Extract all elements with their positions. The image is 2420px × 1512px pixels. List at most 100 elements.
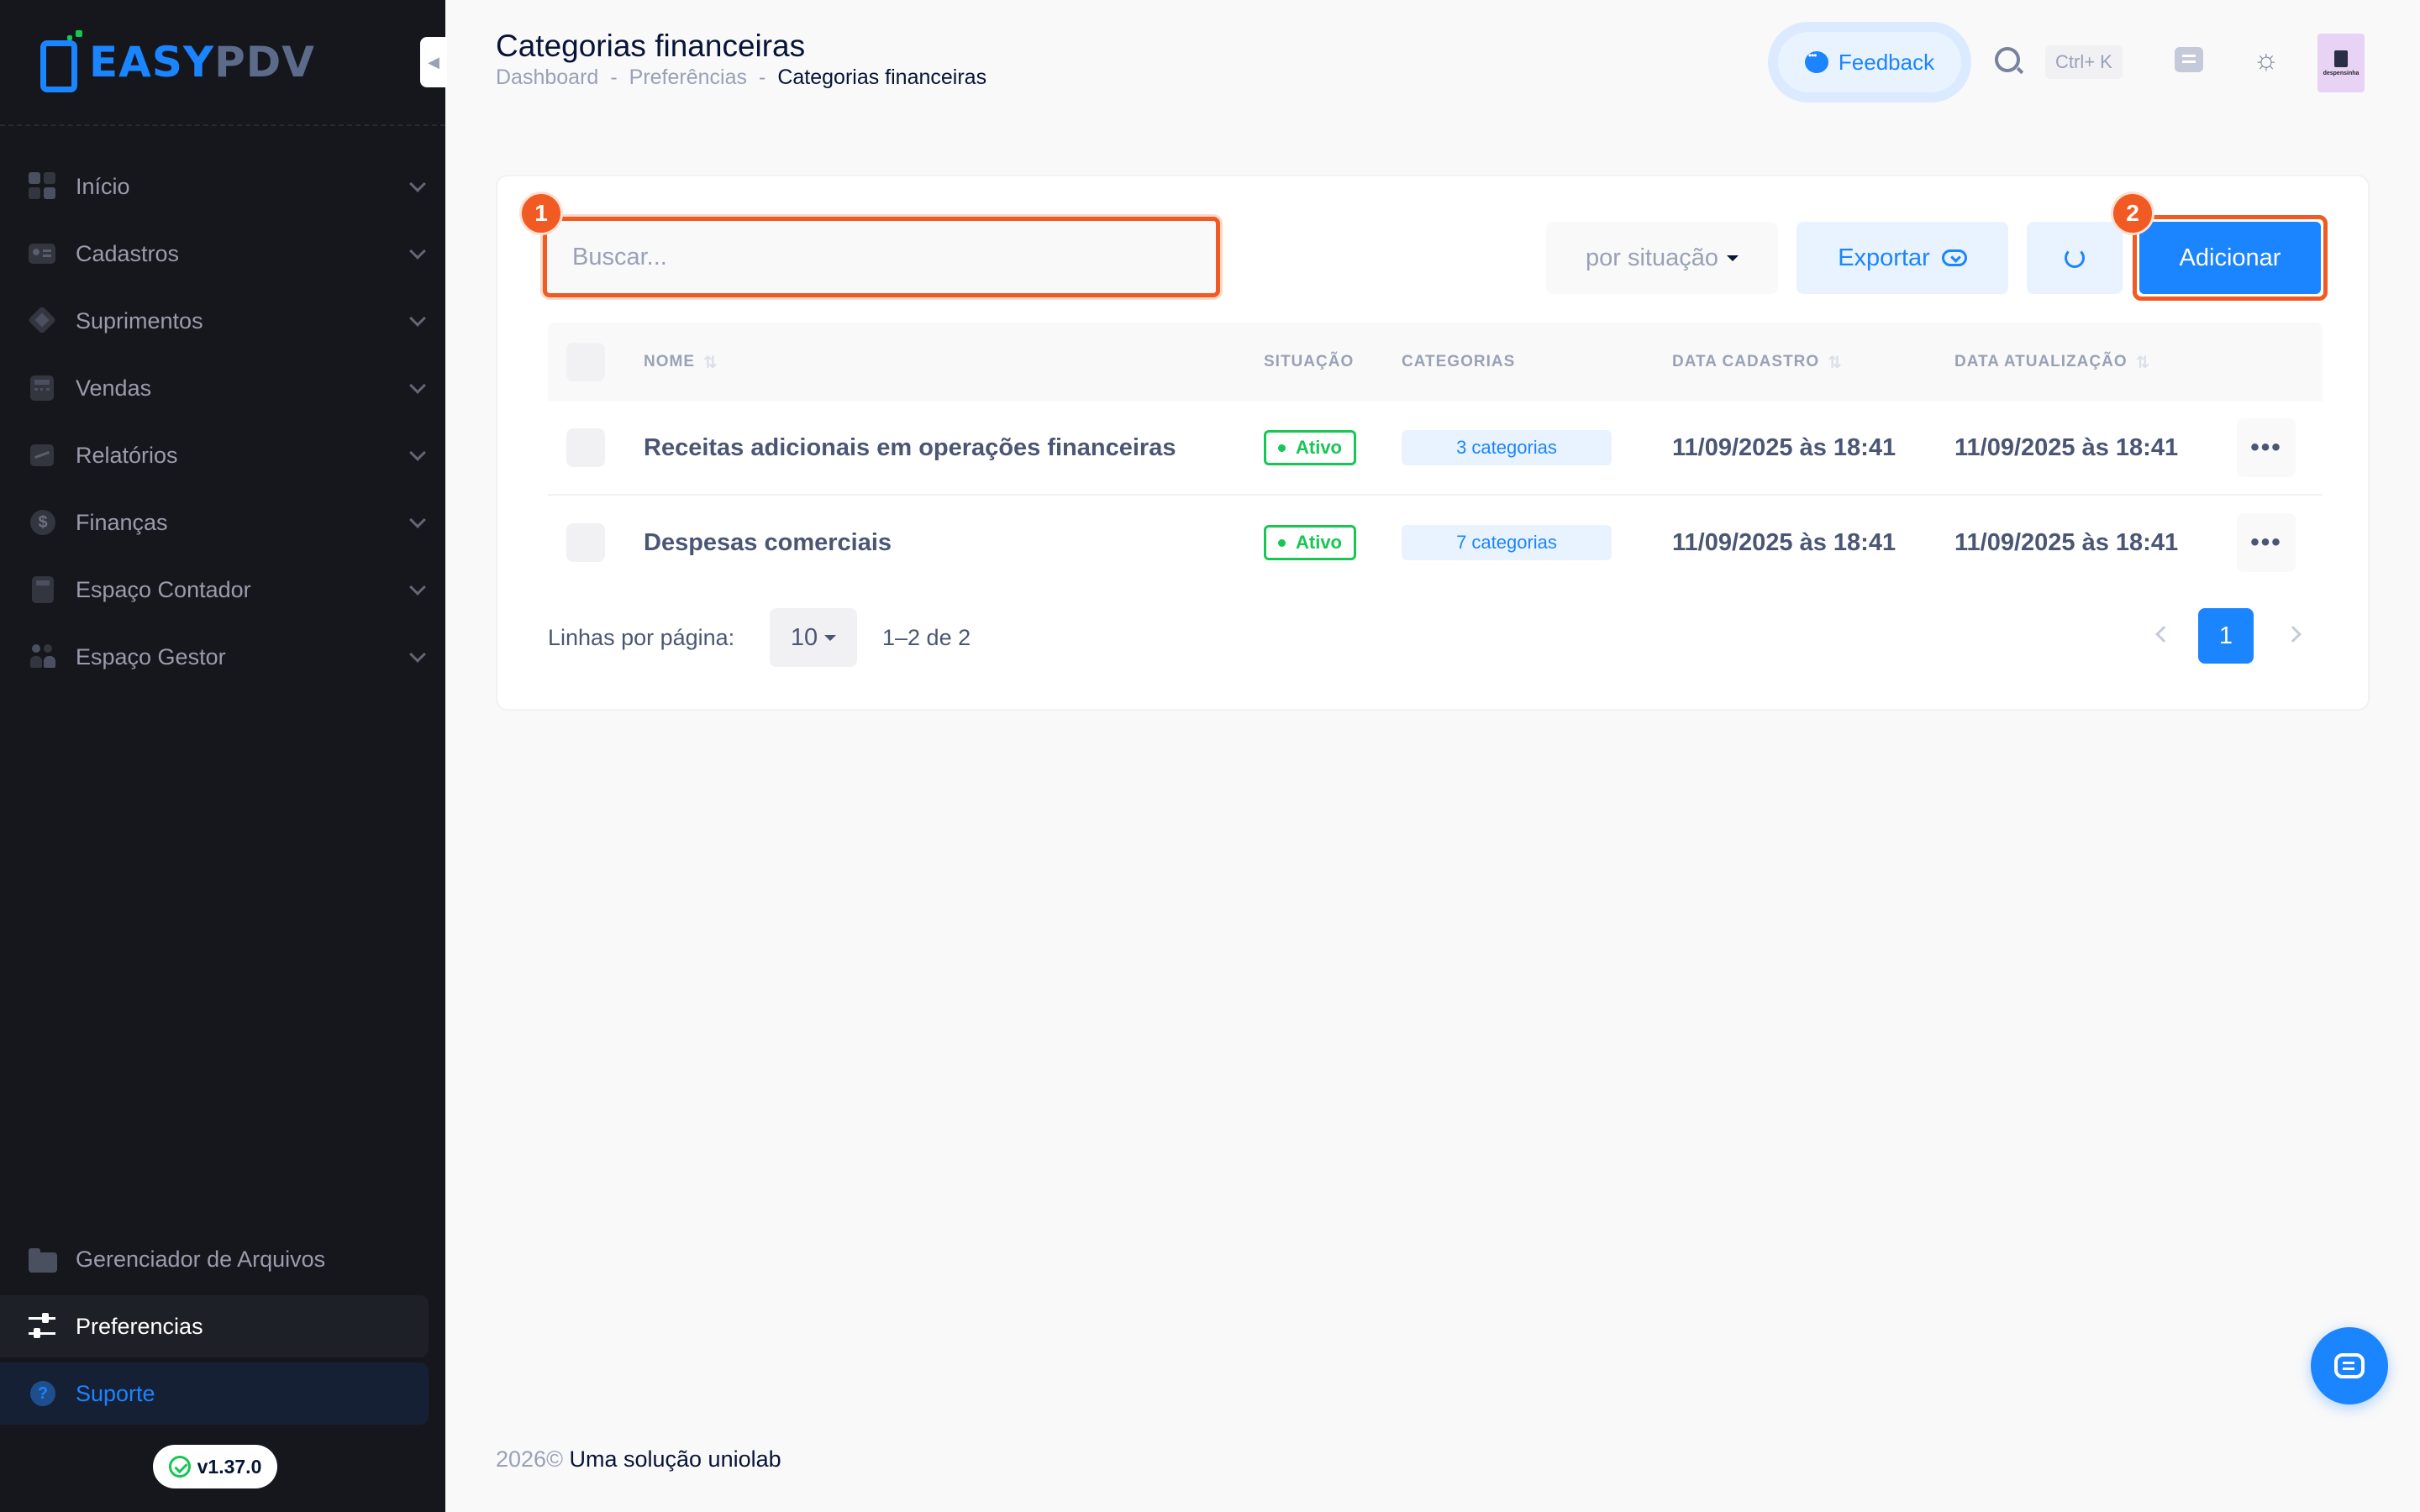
chevron-down-icon	[409, 176, 426, 192]
categories-count-badge[interactable]: 3 categorias	[1402, 430, 1612, 465]
table-row[interactable]: Receitas adicionais em operações finance…	[548, 402, 2323, 496]
export-button[interactable]: Exportar	[1797, 222, 2008, 294]
column-header-updated[interactable]: DATA ATUALIZAÇÃO ⇅	[1954, 352, 2150, 373]
chat-bubble-icon	[1804, 50, 1828, 73]
sun-icon[interactable]: ☼	[2252, 45, 2281, 74]
breadcrumb: Dashboard - Preferências - Categorias fi…	[496, 66, 986, 90]
sidebar-collapse-button[interactable]: ◀	[420, 37, 447, 87]
feedback-button[interactable]: Feedback	[1778, 32, 1961, 92]
version-badge: v1.37.0	[153, 1445, 277, 1488]
sidebar-item-cadastros[interactable]: Cadastros	[0, 220, 445, 287]
caret-down-icon	[1727, 255, 1739, 261]
version-label: v1.37.0	[197, 1455, 262, 1478]
sidebar-item-label: Gerenciador de Arquivos	[76, 1246, 326, 1272]
row-name[interactable]: Receitas adicionais em operações finance…	[644, 434, 1176, 462]
callout-badge-1: 1	[519, 192, 563, 235]
row-actions-button[interactable]: •••	[2237, 418, 2296, 477]
app-logo[interactable]: EASYPDV	[37, 29, 315, 96]
sidebar-item-label: Suporte	[76, 1380, 155, 1406]
chevron-right-icon[interactable]	[2285, 626, 2302, 643]
export-label: Exportar	[1838, 244, 1930, 271]
breadcrumb-preferencias[interactable]: Preferências	[629, 66, 747, 90]
sidebar-item-inicio[interactable]: Início	[0, 153, 445, 220]
search-field[interactable]	[543, 217, 1220, 297]
sidebar-item-espaco-contador[interactable]: Espaço Contador	[0, 556, 445, 623]
row-name[interactable]: Despesas comerciais	[644, 529, 892, 557]
filter-label: por situação	[1586, 244, 1718, 271]
calculator-icon	[29, 374, 57, 402]
check-circle-icon	[168, 1456, 191, 1478]
sidebar-item-suprimentos[interactable]: Suprimentos	[0, 287, 445, 354]
footer-year: 2026©	[496, 1446, 563, 1472]
row-checkbox[interactable]	[566, 523, 605, 562]
sidebar-menu: Início Cadastros Suprimentos Vendas Rela…	[0, 153, 445, 690]
pos-terminal-icon	[37, 30, 84, 94]
footer-text[interactable]: Uma solução uniolab	[569, 1446, 781, 1472]
search-input[interactable]	[572, 243, 1216, 271]
refresh-button[interactable]	[2027, 222, 2123, 294]
status-filter-dropdown[interactable]: por situação	[1546, 222, 1778, 294]
created-date: 11/09/2025 às 18:41	[1672, 528, 1897, 556]
categories-count-badge[interactable]: 7 categorias	[1402, 525, 1612, 560]
column-header-created[interactable]: DATA CADASTRO ⇅	[1672, 352, 1843, 373]
callout-badge-2: 2	[2111, 192, 2154, 235]
calculator-icon	[29, 575, 57, 604]
breadcrumb-dashboard[interactable]: Dashboard	[496, 66, 598, 90]
add-button[interactable]: Adicionar	[2139, 222, 2321, 294]
chat-icon	[2334, 1353, 2365, 1378]
sidebar-item-suporte[interactable]: ? Suporte	[0, 1362, 429, 1425]
sidebar-item-label: Cadastros	[76, 240, 180, 266]
column-header-name[interactable]: NOME ⇅	[644, 352, 718, 373]
logo-text: EASYPDV	[89, 38, 315, 87]
sort-icon: ⇅	[703, 353, 718, 372]
messages-icon[interactable]	[2175, 47, 2203, 72]
sidebar: EASYPDV ◀ Início Cadastros Suprimentos V…	[0, 0, 447, 1512]
column-header-categories: CATEGORIAS	[1402, 353, 1516, 370]
chevron-down-icon	[409, 444, 426, 461]
store-logo-icon	[2334, 50, 2348, 67]
select-all-checkbox[interactable]	[566, 343, 605, 381]
updated-date: 11/09/2025 às 18:41	[1954, 528, 2179, 556]
folder-icon	[29, 1245, 57, 1273]
categories-table: NOME ⇅ SITUAÇÃO CATEGORIAS DATA CADASTRO ⇅…	[548, 323, 2323, 590]
search-shortcut-hint: Ctrl+ K	[2045, 45, 2123, 79]
sidebar-item-financas[interactable]: $ Finanças	[0, 489, 445, 556]
sidebar-item-vendas[interactable]: Vendas	[0, 354, 445, 422]
sidebar-item-label: Espaço Contador	[76, 576, 251, 602]
chat-button[interactable]	[2311, 1327, 2388, 1404]
status-badge: Ativo	[1264, 430, 1356, 465]
table-row[interactable]: Despesas comerciais Ativo 7 categorias 1…	[548, 496, 2323, 590]
sidebar-item-label: Início	[76, 173, 130, 199]
row-checkbox[interactable]	[566, 428, 605, 467]
chevron-down-icon	[409, 512, 426, 528]
grid-icon	[29, 172, 57, 201]
sidebar-item-relatorios[interactable]: Relatórios	[0, 422, 445, 489]
search-icon[interactable]	[1995, 47, 2020, 72]
sidebar-item-label: Preferencias	[76, 1313, 203, 1339]
column-header-status: SITUAÇÃO	[1264, 353, 1355, 370]
chevron-left-icon[interactable]	[2155, 626, 2172, 643]
sidebar-item-espaco-gestor[interactable]: Espaço Gestor	[0, 623, 445, 690]
avatar-text: despensinha	[2323, 70, 2360, 76]
pagination-range: 1–2 de 2	[882, 625, 971, 650]
sidebar-item-label: Suprimentos	[76, 307, 203, 333]
sort-icon: ⇅	[2135, 353, 2151, 372]
add-button-highlight: Adicionar	[2133, 215, 2328, 301]
footer: 2026© Uma solução uniolab	[496, 1446, 781, 1473]
row-actions-button[interactable]: •••	[2237, 513, 2296, 572]
question-icon: ?	[29, 1379, 57, 1408]
sidebar-item-preferencias[interactable]: Preferencias	[0, 1295, 429, 1357]
breadcrumb-separator: -	[610, 66, 618, 89]
created-date: 11/09/2025 às 18:41	[1672, 433, 1897, 461]
avatar[interactable]: despensinha	[2317, 34, 2365, 92]
cloud-download-icon	[1941, 249, 1967, 266]
page-button-current[interactable]: 1	[2198, 608, 2254, 664]
page-title: Categorias financeiras	[496, 29, 806, 63]
sliders-icon	[29, 1312, 57, 1341]
box-icon	[28, 306, 57, 335]
rows-per-page-select[interactable]: 10	[770, 608, 857, 667]
chevron-left-icon: ◀	[428, 53, 439, 71]
sidebar-item-file-manager[interactable]: Gerenciador de Arquivos	[0, 1228, 429, 1290]
status-badge: Ativo	[1264, 525, 1356, 560]
feedback-highlight: Feedback	[1768, 22, 1971, 102]
